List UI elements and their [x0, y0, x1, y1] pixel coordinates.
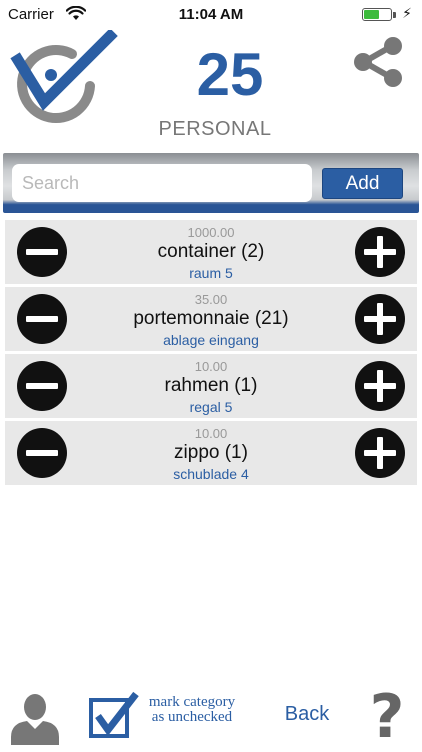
item-text: 10.00 zippo (1) schublade 4 [75, 421, 347, 482]
increment-button[interactable] [355, 428, 405, 478]
item-value: 35.00 [194, 292, 228, 307]
item-location: regal 5 [189, 399, 233, 415]
charging-icon: ⚡︎ [402, 5, 412, 21]
minus-icon [26, 316, 58, 322]
list-item[interactable]: 1000.00 container (2) raum 5 [5, 220, 417, 284]
minus-icon [26, 450, 58, 456]
bottom-toolbar: mark category as unchecked Back ? [0, 685, 422, 750]
minus-icon [26, 383, 58, 389]
search-bar: Add [3, 153, 419, 213]
category-title: PERSONAL [158, 118, 272, 140]
search-input[interactable] [12, 164, 312, 202]
decrement-button[interactable] [17, 428, 67, 478]
battery-icon [362, 8, 392, 21]
list-item[interactable]: 10.00 zippo (1) schublade 4 [5, 421, 417, 485]
list-item[interactable]: 35.00 portemonnaie (21) ablage eingang [5, 287, 417, 351]
checkbox-check-icon [89, 691, 139, 738]
clock-time: 11:04 AM [178, 6, 244, 23]
list-item[interactable]: 10.00 rahmen (1) regal 5 [5, 354, 417, 418]
item-text: 35.00 portemonnaie (21) ablage eingang [75, 287, 347, 348]
item-name: portemonnaie (21) [133, 308, 289, 329]
add-button[interactable]: Add [322, 168, 403, 199]
mark-unchecked-label: mark category as unchecked [136, 695, 248, 725]
decrement-button[interactable] [17, 294, 67, 344]
plus-icon-v [377, 437, 383, 469]
item-name: zippo (1) [174, 442, 248, 463]
back-button[interactable]: Back [270, 703, 344, 726]
item-list: 1000.00 container (2) raum 5 35.00 porte… [5, 220, 417, 488]
person-icon[interactable] [9, 691, 61, 745]
plus-icon-v [377, 236, 383, 268]
increment-button[interactable] [355, 227, 405, 277]
minus-icon [26, 249, 58, 255]
item-text: 10.00 rahmen (1) regal 5 [75, 354, 347, 415]
increment-button[interactable] [355, 294, 405, 344]
help-icon[interactable]: ? [364, 687, 410, 747]
decrement-button[interactable] [17, 227, 67, 277]
checkmark-logo-icon [10, 30, 118, 123]
item-name: container (2) [157, 241, 265, 262]
item-value: 1000.00 [187, 225, 235, 240]
item-value: 10.00 [194, 426, 228, 441]
item-location: ablage eingang [163, 332, 259, 348]
mark-label-line1: mark category [148, 694, 236, 710]
item-text: 1000.00 container (2) raum 5 [75, 220, 347, 281]
item-value: 10.00 [194, 359, 228, 374]
battery-tip [393, 12, 396, 18]
mark-unchecked-button[interactable]: mark category as unchecked [88, 690, 248, 742]
share-icon[interactable] [352, 36, 404, 88]
item-name: rahmen (1) [164, 375, 258, 396]
item-count: 25 [196, 41, 264, 108]
plus-icon-v [377, 303, 383, 335]
item-location: schublade 4 [173, 466, 249, 482]
item-location: raum 5 [189, 265, 233, 281]
increment-button[interactable] [355, 361, 405, 411]
battery-level [364, 10, 380, 19]
status-bar: Carrier 11:04 AM ⚡︎ [0, 0, 422, 30]
mark-label-line2: as unchecked [151, 709, 233, 725]
decrement-button[interactable] [17, 361, 67, 411]
plus-icon-v [377, 370, 383, 402]
